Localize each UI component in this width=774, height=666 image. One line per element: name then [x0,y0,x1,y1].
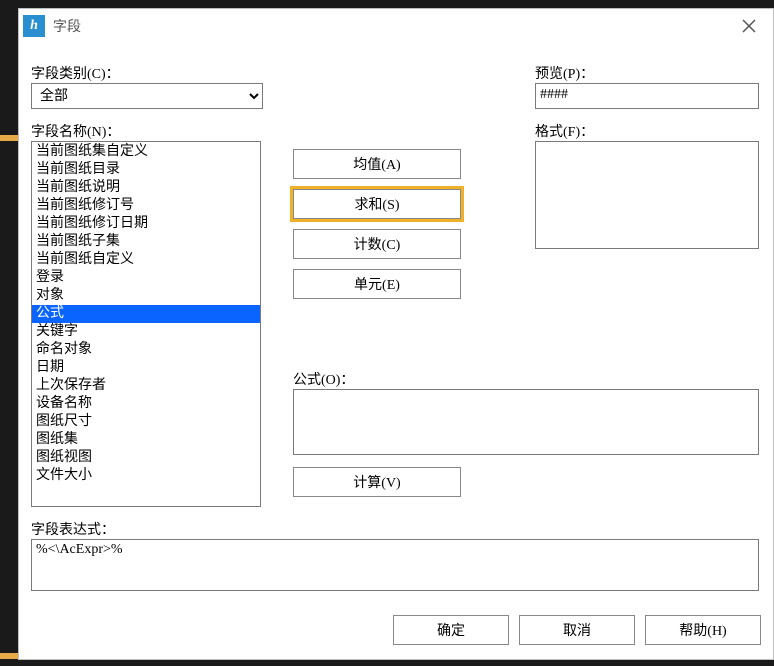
titlebar: h 字段 [19,9,773,41]
preview-label: 预览(P)： [535,63,594,83]
list-item[interactable]: 当前图纸自定义 [32,251,260,269]
list-item[interactable]: 上次保存者 [32,377,260,395]
sum-button[interactable]: 求和(S) [293,189,461,219]
calculate-button[interactable]: 计算(V) [293,467,461,497]
list-item[interactable]: 关键字 [32,323,260,341]
app-icon: h [23,15,45,37]
list-item[interactable]: 当前图纸修订号 [32,197,260,215]
list-item[interactable]: 对象 [32,287,260,305]
list-item[interactable]: 当前图纸目录 [32,161,260,179]
help-button[interactable]: 帮助(H) [645,615,761,645]
field-dialog: h 字段 字段类别(C)： 全部 字段名称(N)： 当前图纸集自定义当前图纸目录… [18,8,774,660]
list-item[interactable]: 图纸集 [32,431,260,449]
list-item[interactable]: 设备名称 [32,395,260,413]
list-item[interactable]: 当前图纸集自定义 [32,143,260,161]
field-category-select[interactable]: 全部 [31,83,263,109]
list-item[interactable]: 图纸尺寸 [32,413,260,431]
list-item[interactable]: 当前图纸修订日期 [32,215,260,233]
cell-button[interactable]: 单元(E) [293,269,461,299]
list-item[interactable]: 命名对象 [32,341,260,359]
format-listbox[interactable] [535,141,759,249]
list-item[interactable]: 文件大小 [32,467,260,485]
close-icon [742,19,756,33]
list-item[interactable]: 图纸视图 [32,449,260,467]
close-button[interactable] [729,12,769,40]
formula-textarea[interactable] [293,389,759,455]
preview-box: #### [535,83,759,109]
field-names-label: 字段名称(N)： [31,121,120,141]
formula-label: 公式(O)： [293,369,354,389]
average-button[interactable]: 均值(A) [293,149,461,179]
field-expression-box: %<\AcExpr>% [31,539,759,591]
field-names-listbox[interactable]: 当前图纸集自定义当前图纸目录当前图纸说明当前图纸修订号当前图纸修订日期当前图纸子… [31,141,261,507]
count-button[interactable]: 计数(C) [293,229,461,259]
field-category-label: 字段类别(C)： [31,63,120,83]
list-item[interactable]: 当前图纸说明 [32,179,260,197]
list-item[interactable]: 登录 [32,269,260,287]
list-item[interactable]: 日期 [32,359,260,377]
field-expression-label: 字段表达式： [31,519,115,539]
list-item[interactable]: 当前图纸子集 [32,233,260,251]
ok-button[interactable]: 确定 [393,615,509,645]
list-item[interactable]: 公式 [32,305,260,323]
cancel-button[interactable]: 取消 [519,615,635,645]
dialog-title: 字段 [53,16,729,36]
format-label: 格式(F)： [535,121,594,141]
